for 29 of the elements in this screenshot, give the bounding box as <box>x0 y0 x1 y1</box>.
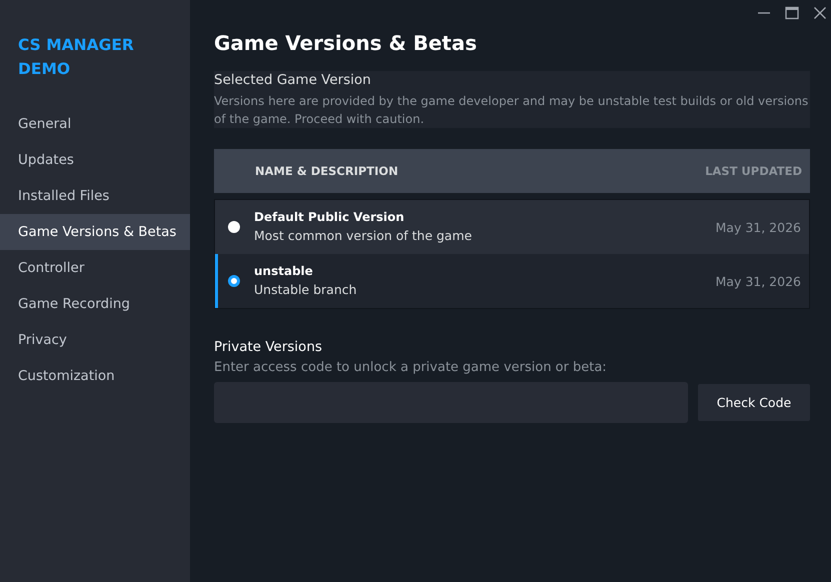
column-header: NAME & DESCRIPTION <box>255 164 400 178</box>
sidebar-item[interactable]: Customization <box>0 358 190 394</box>
maximize-icon[interactable] <box>785 6 799 20</box>
version-name: unstable <box>254 263 314 280</box>
section-heading: Private Versions <box>214 339 324 356</box>
check-code-button[interactable]: Check Code <box>698 384 810 421</box>
page-title: Game Versions & Betas <box>214 31 478 55</box>
section-heading: Selected Game Version <box>214 72 372 89</box>
section-description: Versions here are provided by the game developer and may be unstable test builds or old versions of the game. Proceed with caution. <box>214 93 810 128</box>
sidebar-item[interactable]: General <box>0 106 190 142</box>
sidebar-item[interactable]: Updates <box>0 142 190 178</box>
column-header: LAST UPDATED <box>705 164 802 178</box>
section-description: Enter access code to unlock a private game version or beta: <box>214 359 608 377</box>
radio-button[interactable] <box>228 275 240 287</box>
version-row[interactable]: unstable Unstable branch May 31, 2026 <box>215 254 809 308</box>
sidebar-item[interactable]: Privacy <box>0 322 190 358</box>
close-icon[interactable] <box>813 6 827 20</box>
sidebar-item[interactable]: Controller <box>0 250 190 286</box>
sidebar-item[interactable]: Game Recording <box>0 286 190 322</box>
version-name: Default Public Version <box>254 209 406 226</box>
last-updated-date: May 31, 2026 <box>716 274 801 288</box>
version-description: Most common version of the game <box>254 227 473 245</box>
app-title: CS MANAGER DEMO <box>17 35 135 80</box>
version-row[interactable]: Default Public Version Most common version of the game May 31, 2026 <box>215 200 809 254</box>
radio-button[interactable] <box>228 221 240 233</box>
last-updated-date: May 31, 2026 <box>716 220 801 234</box>
sidebar-item[interactable]: Installed Files <box>0 178 190 214</box>
sidebar-item[interactable]: Game Versions & Betas <box>0 214 190 250</box>
version-description: Unstable branch <box>254 281 358 299</box>
